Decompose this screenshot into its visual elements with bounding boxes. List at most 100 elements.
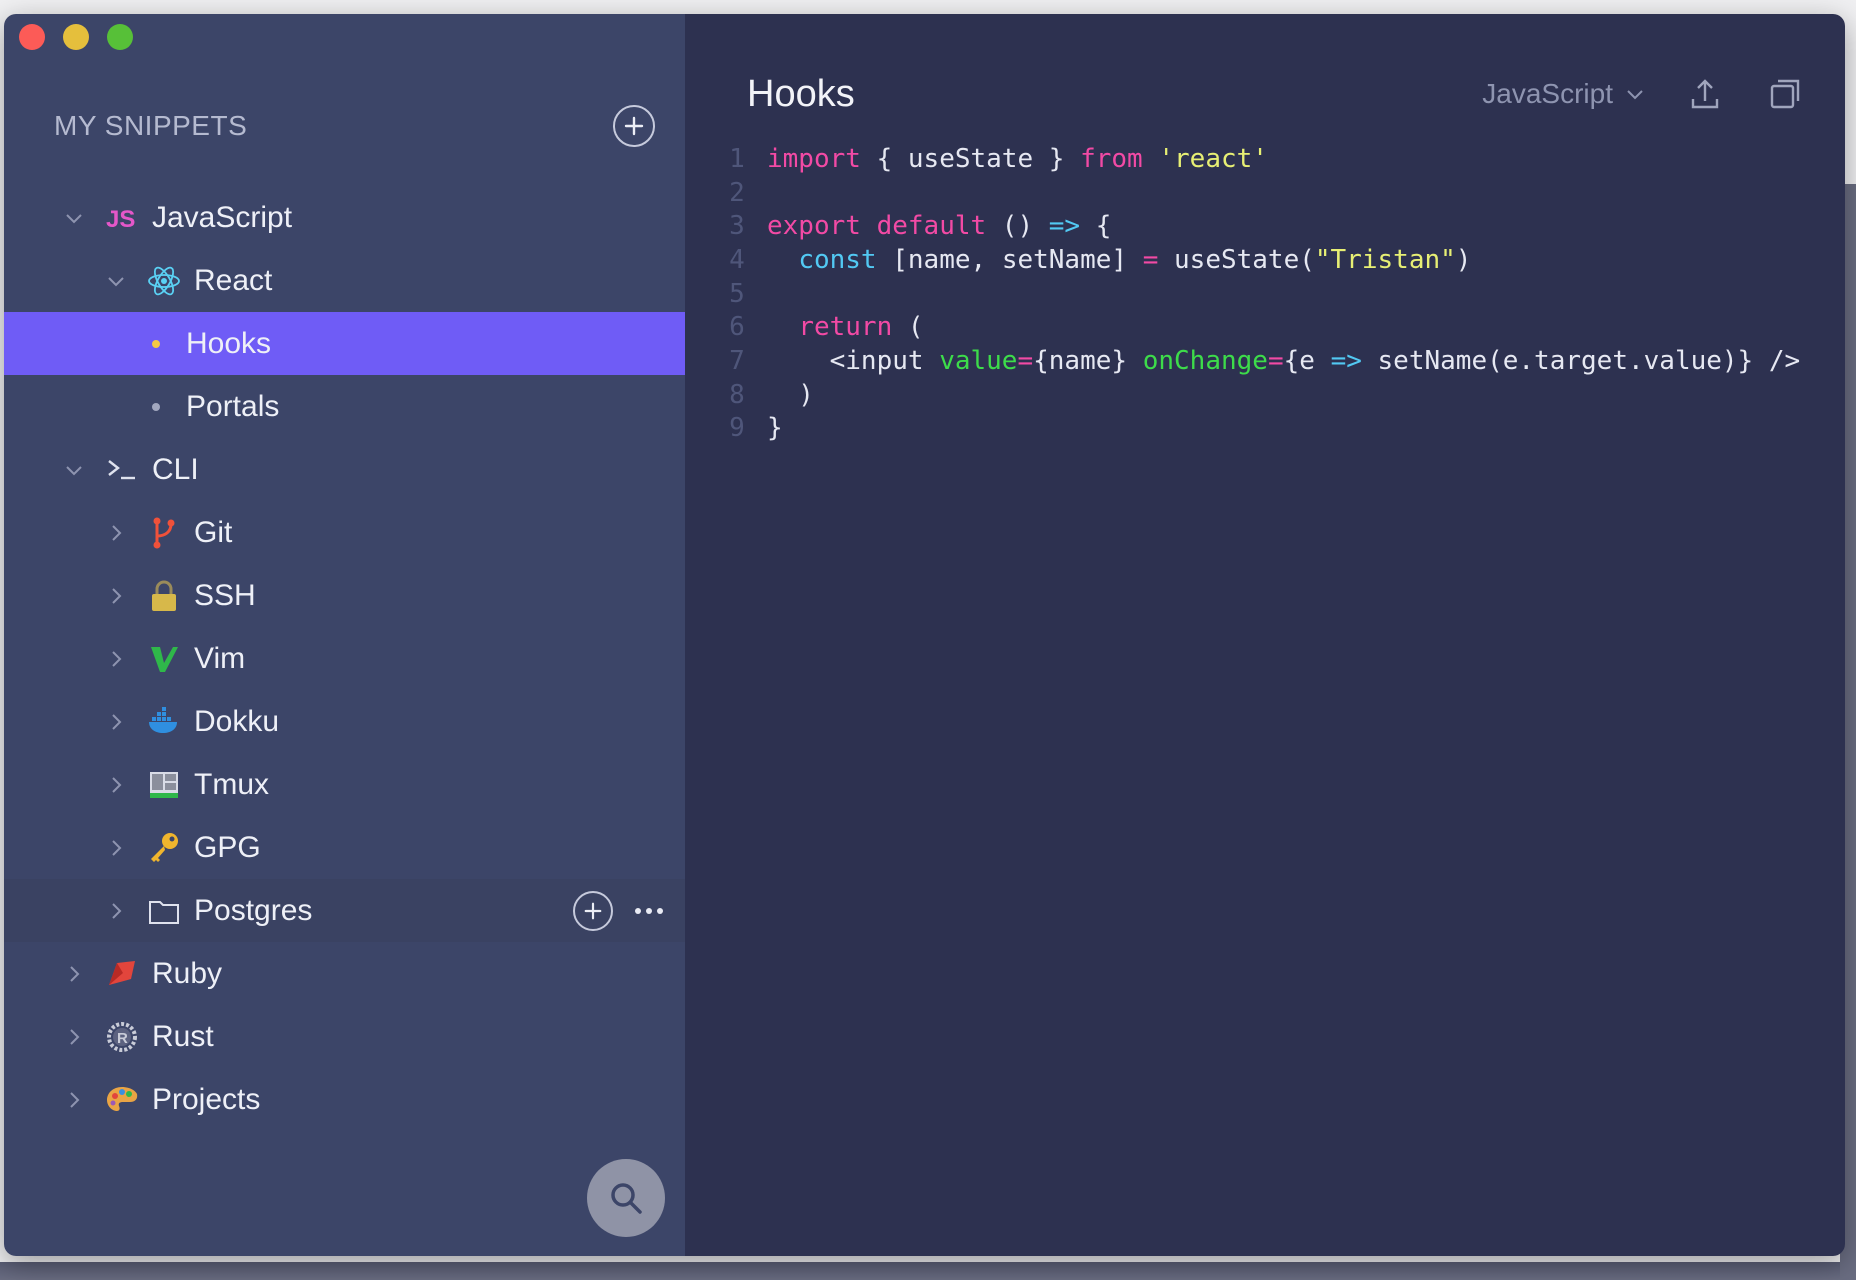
- tree-item-projects[interactable]: Projects: [4, 1068, 685, 1131]
- chevron-down-icon[interactable]: [60, 456, 88, 484]
- line-number: 1: [729, 143, 745, 174]
- tree-item-label: Postgres: [194, 893, 313, 927]
- editor-pane: Hooks JavaScript 1 import { useState } fr…: [685, 14, 1845, 1256]
- window-controls: [19, 24, 133, 50]
- line-number: 9: [729, 413, 745, 444]
- zoom-window-button[interactable]: [107, 24, 133, 50]
- line-number: 8: [729, 379, 745, 410]
- chevron-down-icon[interactable]: [60, 204, 88, 232]
- add-to-folder-button[interactable]: [573, 890, 613, 931]
- tree-item-git[interactable]: Git: [4, 501, 685, 564]
- tree-item-label: Projects: [152, 1082, 261, 1116]
- row-actions: [573, 890, 663, 931]
- chevron-right-icon[interactable]: [60, 1086, 88, 1114]
- chevron-right-icon[interactable]: [102, 519, 130, 547]
- sidebar: MY SNIPPETS JS JavaScript React Hooks Po…: [4, 14, 685, 1256]
- code-text: <input value={name} onChange={e => setNa…: [767, 345, 1801, 376]
- tree-item-vim[interactable]: Vim: [4, 627, 685, 690]
- chevron-right-icon[interactable]: [60, 960, 88, 988]
- minimize-window-button[interactable]: [63, 24, 89, 50]
- chevron-down-icon: [1627, 90, 1643, 100]
- search-icon: [611, 1183, 642, 1214]
- more-options-icon[interactable]: [635, 907, 663, 914]
- lock-icon: [144, 576, 184, 616]
- line-number: 5: [729, 278, 745, 309]
- js-icon: JS: [102, 198, 142, 238]
- tree-item-label: Git: [194, 515, 233, 549]
- rust-icon: R: [102, 1017, 142, 1057]
- sidebar-title: MY SNIPPETS: [54, 110, 248, 141]
- tree-item-label: Dokku: [194, 704, 280, 738]
- line-number: 2: [729, 177, 745, 208]
- tree-item-label: Vim: [194, 641, 246, 675]
- chevron-right-icon[interactable]: [60, 1023, 88, 1051]
- vim-icon: [144, 639, 184, 679]
- tree-item-dokku[interactable]: Dokku: [4, 690, 685, 753]
- line-number: 6: [729, 312, 745, 343]
- code-text: import { useState } from 'react': [767, 143, 1268, 174]
- tree-item-javascript[interactable]: JS JavaScript: [4, 186, 685, 249]
- code-text: }: [767, 413, 783, 444]
- tree-item-ruby[interactable]: Ruby: [4, 942, 685, 1005]
- snippet-tree: JS JavaScript React Hooks Portals CLI Gi…: [4, 186, 685, 1131]
- tree-item-label: Ruby: [152, 956, 223, 990]
- tree-item-portals[interactable]: Portals: [4, 375, 685, 438]
- tree-item-label: React: [194, 263, 273, 297]
- editor-toolbar: JavaScript: [1482, 74, 1805, 114]
- chevron-right-icon[interactable]: [102, 645, 130, 673]
- add-snippet-button[interactable]: [613, 105, 655, 147]
- chevron-right-icon[interactable]: [102, 771, 130, 799]
- tree-item-label: GPG: [194, 830, 261, 864]
- language-select[interactable]: JavaScript: [1482, 78, 1645, 110]
- tree-item-cli[interactable]: CLI: [4, 438, 685, 501]
- palette-icon: [102, 1080, 142, 1120]
- chevron-down-icon[interactable]: [102, 267, 130, 295]
- line-number: 7: [729, 345, 745, 376]
- code-line: 3 export default () => {: [723, 209, 1825, 243]
- search-button[interactable]: [587, 1159, 665, 1237]
- tree-item-ssh[interactable]: SSH: [4, 564, 685, 627]
- ruby-icon: [102, 954, 142, 994]
- tree-item-tmux[interactable]: Tmux: [4, 753, 685, 816]
- snippet-title[interactable]: Hooks: [747, 73, 855, 116]
- tree-item-gpg[interactable]: GPG: [4, 816, 685, 879]
- terminal-icon: [102, 450, 142, 490]
- tree-item-label: JavaScript: [152, 200, 293, 234]
- chevron-right-icon[interactable]: [102, 834, 130, 862]
- plus-icon: [584, 902, 602, 919]
- code-line: 6 return (: [723, 310, 1825, 344]
- code-text: const [name, setName] = useState("Trista…: [798, 244, 1472, 275]
- editor-header: Hooks JavaScript: [747, 66, 1805, 122]
- share-icon[interactable]: [1685, 74, 1725, 114]
- code-line: 4 const [name, setName] = useState("Tris…: [723, 243, 1825, 277]
- code-editor[interactable]: 1 import { useState } from 'react' 2 3 exp…: [723, 142, 1825, 445]
- desktop-bottom: [0, 1262, 1856, 1280]
- docker-icon: [144, 702, 184, 742]
- tmux-icon: [144, 765, 184, 805]
- language-label: JavaScript: [1482, 78, 1613, 109]
- git-icon: [144, 513, 184, 553]
- code-line: 2: [723, 176, 1825, 210]
- tree-item-react[interactable]: React: [4, 249, 685, 312]
- snippet-dot-icon: [152, 339, 160, 348]
- code-line: 7 <input value={name} onChange={e => set…: [723, 344, 1825, 378]
- copy-icon[interactable]: [1765, 74, 1805, 114]
- snippet-dot-icon: [152, 402, 160, 411]
- app-window: MY SNIPPETS JS JavaScript React Hooks Po…: [4, 14, 1845, 1256]
- code-line: 1 import { useState } from 'react': [723, 142, 1825, 176]
- tree-item-postgres[interactable]: Postgres: [4, 879, 685, 942]
- chevron-right-icon[interactable]: [102, 897, 130, 925]
- tree-item-hooks[interactable]: Hooks: [4, 312, 685, 375]
- tree-item-label: Hooks: [186, 326, 272, 360]
- tree-item-label: Portals: [186, 389, 280, 423]
- code-line: 8 ): [723, 378, 1825, 412]
- code-line: 5: [723, 277, 1825, 311]
- react-icon: [144, 261, 184, 301]
- line-number: 4: [729, 244, 745, 275]
- close-window-button[interactable]: [19, 24, 45, 50]
- chevron-right-icon[interactable]: [102, 582, 130, 610]
- code-line: 9}: [723, 412, 1825, 446]
- tree-item-label: CLI: [152, 452, 199, 486]
- tree-item-rust[interactable]: R Rust: [4, 1005, 685, 1068]
- chevron-right-icon[interactable]: [102, 708, 130, 736]
